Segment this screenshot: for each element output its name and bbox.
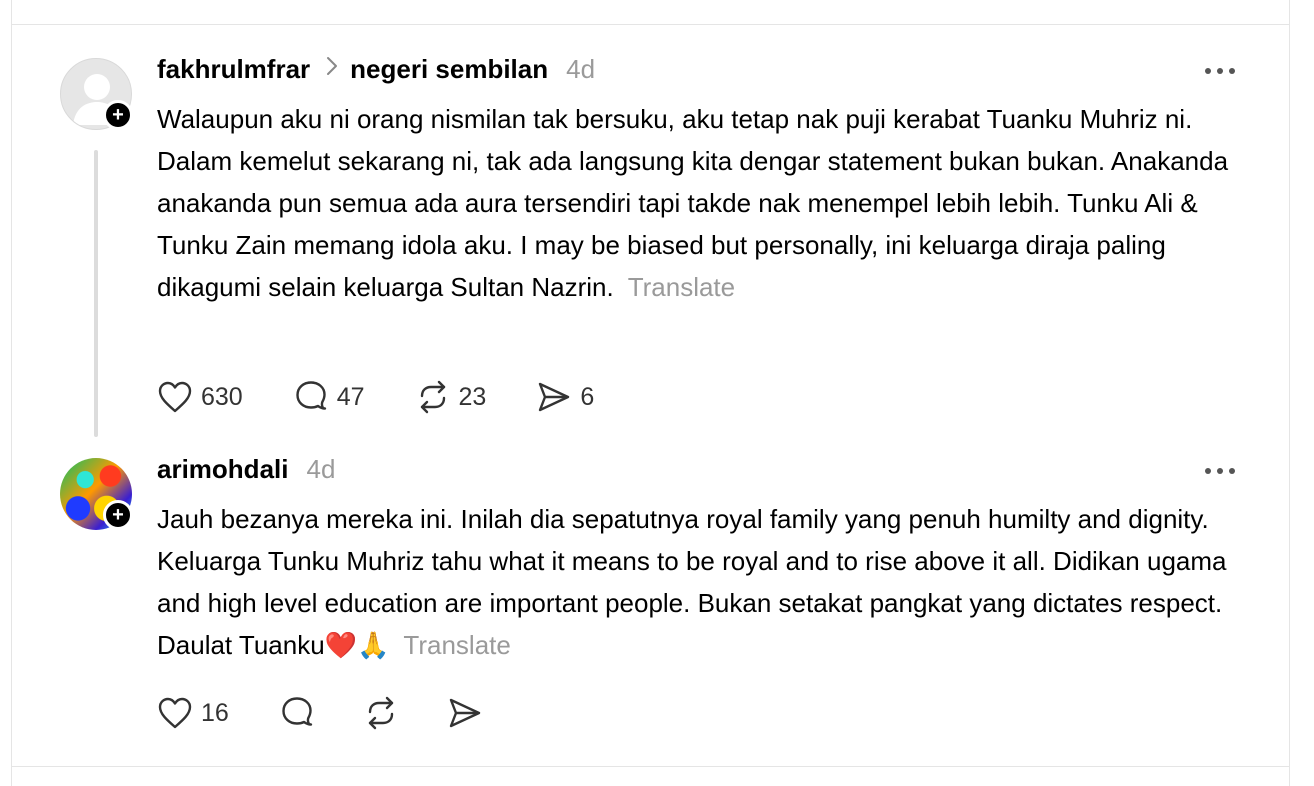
reply-button[interactable] <box>279 696 315 730</box>
community-name[interactable]: negeri sembilan <box>350 54 548 85</box>
share-count: 6 <box>580 382 595 411</box>
more-icon <box>1205 468 1211 474</box>
send-icon <box>539 382 570 412</box>
post-text: Jauh bezanya mereka ini. Inilah dia sepa… <box>157 498 1247 666</box>
divider <box>11 766 1290 767</box>
like-button[interactable]: 630 <box>157 380 243 414</box>
more-options-button[interactable] <box>1205 68 1235 74</box>
timestamp[interactable]: 4d <box>566 54 595 85</box>
more-icon <box>1205 68 1211 74</box>
chevron-right-icon <box>326 56 338 81</box>
post-body: Jauh bezanya mereka ini. Inilah dia sepa… <box>157 504 1227 660</box>
plus-icon: + <box>112 504 124 526</box>
repost-button[interactable]: 23 <box>415 380 487 414</box>
reply-count: 47 <box>336 382 365 411</box>
share-button[interactable] <box>447 696 483 730</box>
send-icon <box>449 698 481 728</box>
repost-icon <box>420 380 445 414</box>
post-header: fakhrulmfrar negeri sembilan 4d <box>157 54 595 85</box>
follow-button[interactable]: + <box>103 500 133 530</box>
thread-connector-line <box>94 150 98 437</box>
heart-icon <box>158 381 192 413</box>
post-actions: 630 47 23 6 <box>157 380 594 414</box>
reply-button[interactable]: 47 <box>293 380 365 414</box>
username[interactable]: fakhrulmfrar <box>157 54 310 85</box>
translate-link[interactable]: Translate <box>403 630 510 660</box>
comment-icon <box>296 381 326 410</box>
share-button[interactable]: 6 <box>536 380 594 414</box>
translate-link[interactable]: Translate <box>628 272 735 302</box>
repost-icon <box>368 696 394 730</box>
post-header: arimohdali 4d <box>157 454 335 485</box>
like-count: 16 <box>201 698 229 727</box>
timestamp[interactable]: 4d <box>306 454 335 485</box>
plus-icon: + <box>112 104 124 126</box>
username[interactable]: arimohdali <box>157 454 288 485</box>
comment-icon <box>282 697 313 726</box>
like-count: 630 <box>201 382 243 411</box>
repost-count: 23 <box>458 382 487 411</box>
more-options-button[interactable] <box>1205 468 1235 474</box>
repost-button[interactable] <box>363 696 399 730</box>
post-actions: 16 <box>157 696 483 730</box>
post-text: Walaupun aku ni orang nismilan tak bersu… <box>157 98 1247 308</box>
like-button[interactable]: 16 <box>157 696 229 730</box>
heart-icon <box>158 697 192 729</box>
divider <box>11 24 1290 25</box>
follow-button[interactable]: + <box>103 100 133 130</box>
